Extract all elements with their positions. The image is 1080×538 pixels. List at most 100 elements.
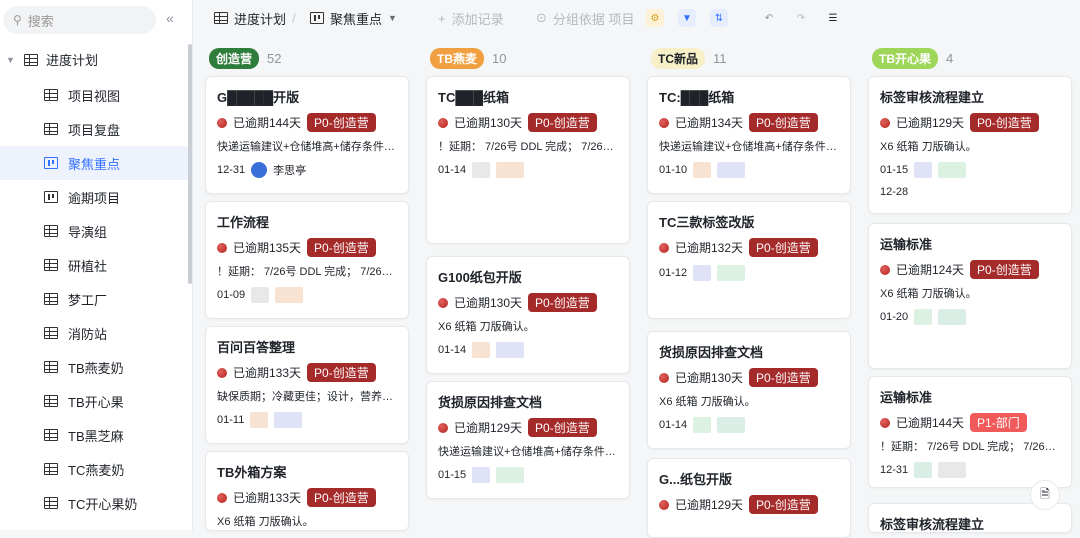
table-icon xyxy=(44,395,58,407)
card-description: ！延期： 7/26号 DDL 完成； 7/26签... xyxy=(217,266,397,278)
table-icon xyxy=(44,361,58,373)
status-row: 已逾期129天 P0-创造营 xyxy=(438,418,618,437)
sidebar-item[interactable]: TB开心果 xyxy=(0,384,190,418)
column-header: TB燕麦 10 xyxy=(426,44,634,72)
sidebar-item-label: TB开心果 xyxy=(68,394,124,410)
overdue-text: 已逾期129天 xyxy=(896,116,965,130)
add-record-button[interactable]: + 添加记录 xyxy=(438,9,504,28)
record-card[interactable]: 货损原因排查文档 已逾期130天 P0-创造营 X6 纸箱 刀版确认。 01-14 xyxy=(647,331,851,449)
priority-badge: P0-创造营 xyxy=(749,113,818,132)
group-by-button[interactable]: ⊙ 分组依据 项目 xyxy=(536,9,635,28)
card-description: ！延期： 7/26号 DDL 完成； 7/26签... xyxy=(438,141,618,153)
sidebar-item[interactable]: 项目复盘 xyxy=(0,112,190,146)
status-row: 已逾期129天 P0-创造营 xyxy=(880,113,1060,132)
sidebar-item[interactable]: TC开心果奶 xyxy=(0,486,190,520)
divider: / xyxy=(292,10,296,26)
column-count: 4 xyxy=(946,50,954,66)
overdue-text: 已逾期133天 xyxy=(233,491,302,505)
assignee-name: 李思亭 xyxy=(273,165,307,177)
sidebar-item[interactable]: 研植社 xyxy=(0,248,190,282)
due-date: 01-09 xyxy=(217,289,246,301)
sidebar-scrollbar[interactable] xyxy=(188,44,192,284)
record-card[interactable]: 工作流程 已逾期135天 P0-创造营 ！延期： 7/26号 DDL 完成； 7/26… xyxy=(205,201,409,319)
search-box[interactable]: ⚲ 搜索 xyxy=(3,6,156,34)
chevron-down-icon[interactable]: ▼ xyxy=(388,13,397,23)
sidebar-nav: 项目视图 项目复盘 聚焦重点逾期项目导演组 研植社 梦工厂消防站 TB燕麦奶 TB开心果 TB… xyxy=(0,78,190,520)
sidebar-item[interactable]: 导演组 xyxy=(0,214,190,248)
record-card[interactable]: 运输标准 已逾期144天 P1-部门 ！延期： 7/26号 DDL 完成； 7/26签… xyxy=(868,376,1072,488)
sidebar-item-label: TC燕麦奶 xyxy=(68,462,125,478)
column-tag[interactable]: TB燕麦 xyxy=(430,47,484,69)
sidebar-item[interactable]: 逾期项目 xyxy=(0,180,190,214)
sidebar-item-label: TB黑芝麻 xyxy=(68,428,124,444)
due-date: 12-31 xyxy=(217,164,246,176)
toolbar: 进度计划 / 聚焦重点 ▼ + 添加记录 ⊙ 分组依据 项目 ⚙ ▼ ⇅ ↶ ↷… xyxy=(194,0,1080,36)
collapse-sidebar-icon[interactable]: « xyxy=(166,10,174,26)
sidebar-item[interactable]: 项目视图 xyxy=(0,78,190,112)
overdue-text: 已逾期144天 xyxy=(896,416,965,430)
tab-view[interactable]: 聚焦重点 ▼ xyxy=(310,9,397,28)
due-date: 01-14 xyxy=(438,164,467,176)
search-records-icon[interactable]: ☰ xyxy=(824,9,842,27)
status-row: 已逾期144天 P0-创造营 xyxy=(217,113,397,132)
priority-badge: P0-创造营 xyxy=(749,495,818,514)
record-card[interactable]: G...纸包开版 已逾期129天 P0-创造营 xyxy=(647,458,851,538)
redacted-field xyxy=(472,342,491,358)
card-title: 货损原因排查文档 xyxy=(438,395,543,410)
project-tree-root[interactable]: ▼ 进度计划 xyxy=(6,50,98,69)
record-card[interactable]: TC███纸箱 已逾期130天 P0-创造营 ！延期： 7/26号 DDL 完成； 7… xyxy=(426,76,630,244)
due-date-secondary: 12-28 xyxy=(880,186,909,198)
card-description: 快递运输建议+仓储堆高+储存条件+... xyxy=(438,446,618,458)
redo-icon[interactable]: ↷ xyxy=(792,9,810,27)
column-header: 创造营 52 xyxy=(205,44,413,72)
sidebar-item[interactable]: TC燕麦奶 xyxy=(0,452,190,486)
card-description: X6 纸箱 刀版确认。 xyxy=(438,321,535,333)
card-meta: 01-14 xyxy=(438,162,618,178)
sort-icon[interactable]: ⇅ xyxy=(710,9,728,27)
undo-icon[interactable]: ↶ xyxy=(760,9,778,27)
sidebar-item-label: 消防站 xyxy=(68,326,108,342)
sidebar-item[interactable]: TB黑芝麻 xyxy=(0,418,190,452)
card-title: TC三款标签改版 xyxy=(659,215,755,230)
overdue-dot-icon xyxy=(217,242,227,253)
overdue-text: 已逾期124天 xyxy=(896,263,965,277)
priority-badge: P0-创造营 xyxy=(307,238,376,257)
priority-badge: P0-创造营 xyxy=(528,418,597,437)
tab-table[interactable]: 进度计划 xyxy=(214,9,286,28)
filter-icon[interactable]: ▼ xyxy=(678,9,696,27)
record-card[interactable]: TC:███纸箱 已逾期134天 P0-创造营 快递运输建议+仓储堆高+储存条件+..… xyxy=(647,76,851,194)
sidebar-item[interactable]: TB燕麦奶 xyxy=(0,350,190,384)
filter-settings-icon[interactable]: ⚙ xyxy=(646,9,664,27)
document-icon[interactable]: 🗎 xyxy=(1030,480,1060,510)
sidebar-item-label: 逾期项目 xyxy=(68,190,121,206)
record-card[interactable]: 百问百答整理 已逾期133天 P0-创造营 缺保质期；冷藏更佳；设计，营养成... 01… xyxy=(205,326,409,444)
status-row: 已逾期132天 P0-创造营 xyxy=(659,238,839,257)
card-description: X6 纸箱 刀版确认。 xyxy=(880,141,977,153)
card-description: 缺保质期；冷藏更佳；设计，营养成... xyxy=(217,391,397,403)
sidebar-item[interactable]: 梦工厂 xyxy=(0,282,190,316)
column-tag[interactable]: 创造营 xyxy=(209,47,260,69)
card-meta: 01-09 xyxy=(217,287,397,303)
record-card[interactable]: TC三款标签改版 已逾期132天 P0-创造营 01-12 xyxy=(647,201,851,319)
column-tag[interactable]: TC新品 xyxy=(651,47,705,69)
redacted-field xyxy=(914,309,933,325)
overdue-dot-icon xyxy=(659,372,669,383)
caret-down-icon[interactable]: ▼ xyxy=(6,55,16,65)
overdue-dot-icon xyxy=(880,264,890,275)
record-card[interactable]: 标签审核流程建立 已逾期129天 P0-创造营 X6 纸箱 刀版确认。 01-15 12-… xyxy=(868,76,1072,214)
overdue-text: 已逾期130天 xyxy=(675,371,744,385)
card-title: 货损原因排查文档 xyxy=(659,345,764,360)
column-tag[interactable]: TB开心果 xyxy=(872,47,938,69)
avatar xyxy=(251,162,268,178)
sidebar-item[interactable]: 消防站 xyxy=(0,316,190,350)
table-name: 进度计划 xyxy=(234,11,287,27)
table-icon xyxy=(214,12,228,24)
sidebar-item[interactable]: 聚焦重点 xyxy=(0,146,190,180)
overdue-text: 已逾期135天 xyxy=(233,241,302,255)
card-description: X6 纸箱 刀版确认。 xyxy=(217,516,314,528)
record-card[interactable]: G█████开版 已逾期144天 P0-创造营 快递运输建议+仓储堆高+储存条件+..… xyxy=(205,76,409,194)
record-card[interactable]: TB外箱方案 已逾期133天 P0-创造营 X6 纸箱 刀版确认。 xyxy=(205,451,409,531)
record-card[interactable]: 货损原因排查文档已逾期129天 P0-创造营快递运输建议+仓储堆高+储存条件+..… xyxy=(426,381,630,499)
record-card[interactable]: 运输标准 已逾期124天 P0-创造营 X6 纸箱 刀版确认。 01-20 xyxy=(868,223,1072,369)
record-card[interactable]: G100纸包开版 已逾期130天 P0-创造营 X6 纸箱 刀版确认。 01-14 xyxy=(426,256,630,374)
